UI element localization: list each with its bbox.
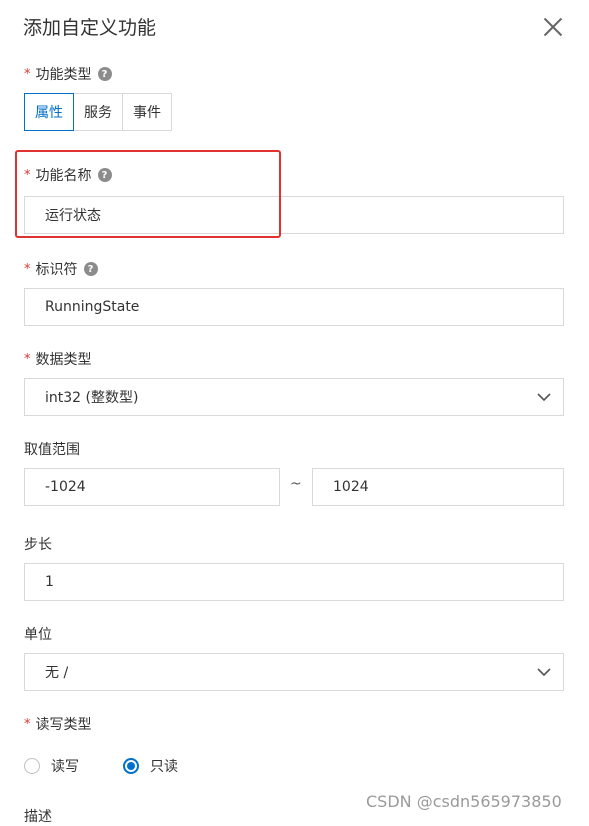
identifier-value: RunningState [45,299,140,315]
rw-type-radio-group: 读写 只读 [24,756,222,776]
step-label-text: 步长 [24,537,52,553]
function-type-option-service[interactable]: 服务 [73,93,123,131]
unit-value: 无 / [45,665,69,681]
function-type-option-event[interactable]: 事件 [122,93,172,131]
identifier-input[interactable]: RunningState [24,288,564,326]
step-input[interactable]: 1 [24,563,564,601]
rw-type-label: * 读写类型 [24,714,92,734]
range-min-input[interactable]: -1024 [24,468,280,506]
dialog-title: 添加自定义功能 [23,17,157,39]
radio-read-only-label[interactable]: 只读 [150,756,178,776]
value-range-label-text: 取值范围 [24,442,80,458]
data-type-label-text: 数据类型 [35,352,92,368]
unit-label: 单位 [24,624,52,644]
range-min-value: -1024 [45,479,86,495]
unit-label-text: 单位 [24,627,52,643]
data-type-value: int32 (整数型) [45,390,139,406]
required-mark: * [24,167,31,183]
close-icon[interactable] [541,15,565,39]
description-label: 描述 [24,809,52,825]
watermark: CSDN @csdn565973850 [366,792,562,811]
required-mark: * [24,261,31,277]
help-icon[interactable]: ? [97,168,112,182]
step-label: 步长 [24,534,52,554]
help-icon[interactable]: ? [83,262,98,276]
function-type-label: * 功能类型 ? [24,64,112,84]
function-name-value: 运行状态 [45,208,101,224]
help-icon[interactable]: ? [97,67,112,81]
rw-type-label-text: 读写类型 [35,717,92,733]
required-mark: * [24,351,31,367]
range-max-input[interactable]: 1024 [312,468,564,506]
function-name-label: * 功能名称 ? [24,165,112,185]
function-type-selector: 属性 服务 事件 [24,93,172,131]
radio-read-only[interactable] [123,758,139,774]
unit-select[interactable]: 无 / [24,653,564,691]
range-separator: ~ [290,476,302,492]
value-range-label: 取值范围 [24,439,80,459]
radio-read-write[interactable] [24,758,40,774]
required-mark: * [24,66,31,82]
data-type-select[interactable]: int32 (整数型) [24,378,564,416]
chevron-down-icon [537,665,551,679]
function-name-input[interactable]: 运行状态 [24,196,564,234]
function-name-label-text: 功能名称 [35,168,92,184]
chevron-down-icon [537,390,551,404]
identifier-label-text: 标识符 [35,262,78,278]
radio-read-write-label[interactable]: 读写 [51,756,79,776]
range-max-value: 1024 [333,479,369,495]
required-mark: * [24,716,31,732]
identifier-label: * 标识符 ? [24,259,98,279]
step-value: 1 [45,574,54,590]
function-type-option-property[interactable]: 属性 [24,93,74,131]
data-type-label: * 数据类型 [24,349,92,369]
function-type-label-text: 功能类型 [35,67,92,83]
